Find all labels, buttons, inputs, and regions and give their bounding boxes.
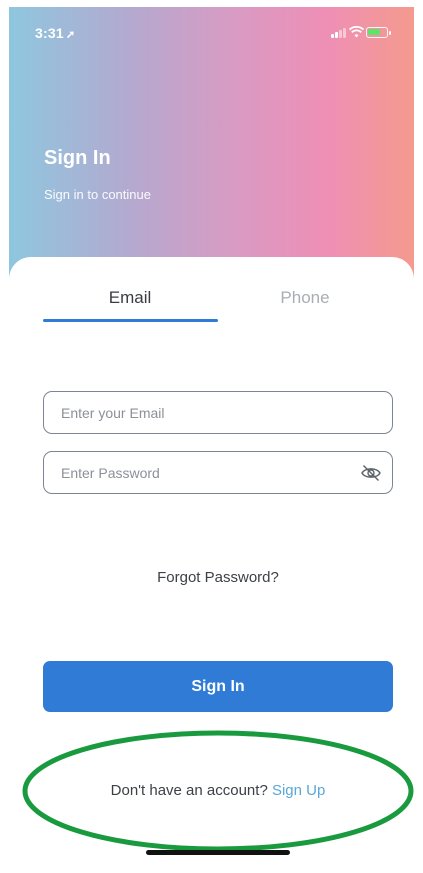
battery-icon <box>366 27 391 38</box>
sign-up-link[interactable]: Sign Up <box>272 782 325 799</box>
page-title: Sign In <box>44 147 111 169</box>
sign-in-button[interactable]: Sign In <box>43 661 393 712</box>
home-indicator <box>146 850 290 855</box>
forgot-password-link[interactable]: Forgot Password? <box>9 569 414 586</box>
status-bar: 3:31 ➚ <box>9 7 414 51</box>
password-field[interactable] <box>43 451 393 494</box>
page-subtitle: Sign in to continue <box>44 187 151 202</box>
wifi-icon <box>349 26 364 38</box>
phone-screen: 3:31 ➚ Sign In Sign in to continue Email … <box>9 7 414 866</box>
location-arrow-icon: ➚ <box>65 29 76 41</box>
password-input[interactable] <box>44 452 392 493</box>
tab-email[interactable]: Email <box>43 288 217 308</box>
signup-prompt: Don't have an account? Sign Up <box>9 782 414 799</box>
tab-phone[interactable]: Phone <box>218 288 392 308</box>
email-input[interactable] <box>44 392 392 433</box>
email-field[interactable] <box>43 391 393 434</box>
cellular-signal-icon <box>331 28 346 38</box>
eye-off-icon[interactable] <box>360 463 382 483</box>
login-card <box>9 257 414 866</box>
status-time: 3:31 ➚ <box>35 25 75 41</box>
signup-prompt-text: Don't have an account? <box>110 782 268 799</box>
status-time-text: 3:31 <box>35 25 64 41</box>
active-tab-indicator <box>43 319 218 322</box>
